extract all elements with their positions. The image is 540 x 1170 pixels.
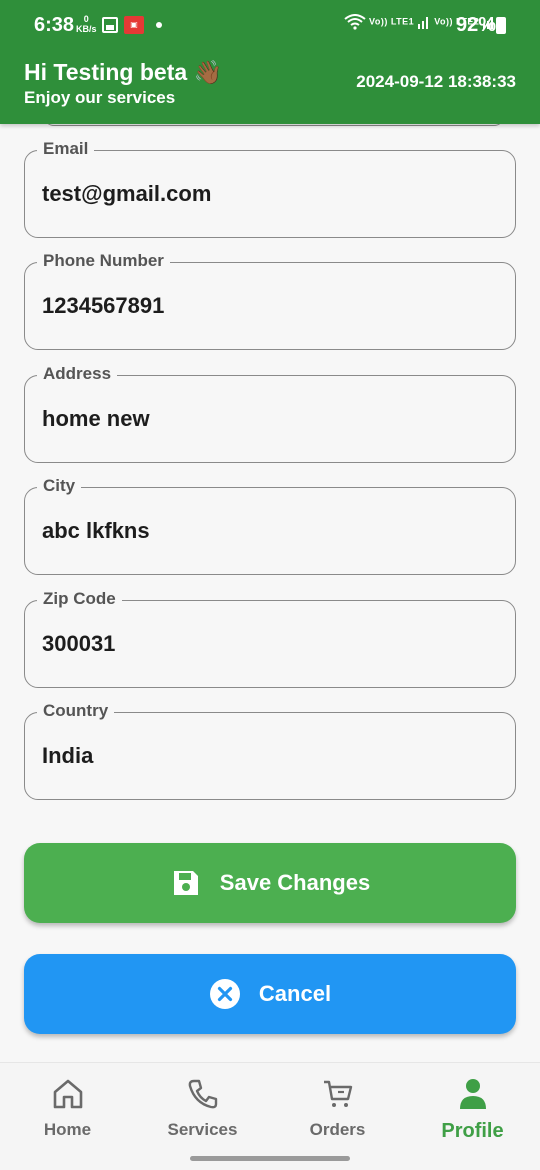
city-field[interactable]: City abc lkfkns	[24, 476, 516, 575]
save-changes-label: Save Changes	[219, 870, 371, 895]
save-changes-button[interactable]: Save Changes	[24, 843, 516, 923]
country-field[interactable]: Country India	[24, 701, 516, 800]
status-time: 6:38	[34, 14, 75, 36]
signal-1-icon	[418, 17, 429, 29]
cancel-button[interactable]: Cancel	[24, 954, 516, 1034]
phone-icon	[188, 1079, 217, 1109]
email-value[interactable]: test@gmail.com	[42, 181, 211, 207]
city-label: City	[37, 476, 82, 496]
zip-code-label: Zip Code	[37, 589, 122, 609]
country-label: Country	[37, 701, 115, 721]
address-label: Address	[37, 364, 118, 384]
email-field[interactable]: Email test@gmail.com	[24, 139, 516, 238]
nav-label-profile: Profile	[441, 1120, 504, 1142]
home-icon	[53, 1079, 82, 1109]
profile-edit-screen: 6:38 0 KB/s ▣ Vo)) LTE1 Vo)) LTE2 92% Hi …	[0, 0, 540, 1170]
nav-label-services: Services	[167, 1120, 238, 1139]
network-speed: 0 KB/s	[76, 14, 97, 34]
save-icon	[170, 867, 202, 899]
address-field[interactable]: Address home new	[24, 364, 516, 463]
current-datetime: 2024-09-12 18:38:33	[356, 72, 516, 91]
network-speed-unit: KB/s	[76, 24, 97, 34]
cancel-circle-icon	[209, 978, 241, 1010]
country-value[interactable]: India	[42, 743, 93, 769]
app-header: 6:38 0 KB/s ▣ Vo)) LTE1 Vo)) LTE2 92% Hi …	[0, 0, 540, 124]
gallery-notification-icon	[102, 17, 118, 33]
app-notification-icon: ▣	[124, 16, 144, 34]
phone-label: Phone Number	[37, 251, 170, 271]
cancel-label: Cancel	[258, 981, 332, 1006]
network-speed-value: 0	[83, 14, 89, 24]
nav-item-orders[interactable]: Orders	[270, 1077, 405, 1140]
phone-value[interactable]: 1234567891	[42, 293, 164, 319]
bottom-navigation: Home Services Orders Profile	[0, 1062, 540, 1170]
city-value[interactable]: abc lkfkns	[42, 518, 150, 544]
cart-icon	[323, 1080, 352, 1107]
sim1-label: Vo)) LTE1	[369, 16, 415, 27]
gesture-home-bar[interactable]	[190, 1156, 350, 1161]
battery-percent: 92%	[456, 14, 497, 36]
person-icon	[459, 1079, 486, 1109]
battery-icon	[496, 17, 506, 34]
zip-code-value[interactable]: 300031	[42, 631, 115, 657]
address-value[interactable]: home new	[42, 406, 150, 432]
nav-item-profile[interactable]: Profile	[405, 1077, 540, 1143]
nav-label-orders: Orders	[309, 1120, 366, 1139]
wifi-icon	[344, 14, 366, 30]
status-bar: 6:38 0 KB/s ▣ Vo)) LTE1 Vo)) LTE2 92%	[0, 0, 540, 50]
zip-code-field[interactable]: Zip Code 300031	[24, 589, 516, 688]
greeting-title: Hi Testing beta 👋🏾	[24, 59, 223, 85]
nav-label-home: Home	[43, 1120, 92, 1139]
phone-field[interactable]: Phone Number 1234567891	[24, 251, 516, 350]
greeting-subtitle: Enjoy our services	[24, 88, 176, 107]
email-label: Email	[37, 139, 95, 159]
greeting-block: Hi Testing beta 👋🏾 Enjoy our services	[24, 58, 222, 108]
nav-item-home[interactable]: Home	[0, 1077, 135, 1140]
nav-item-services[interactable]: Services	[135, 1077, 270, 1140]
more-notifications-dot	[156, 22, 162, 28]
